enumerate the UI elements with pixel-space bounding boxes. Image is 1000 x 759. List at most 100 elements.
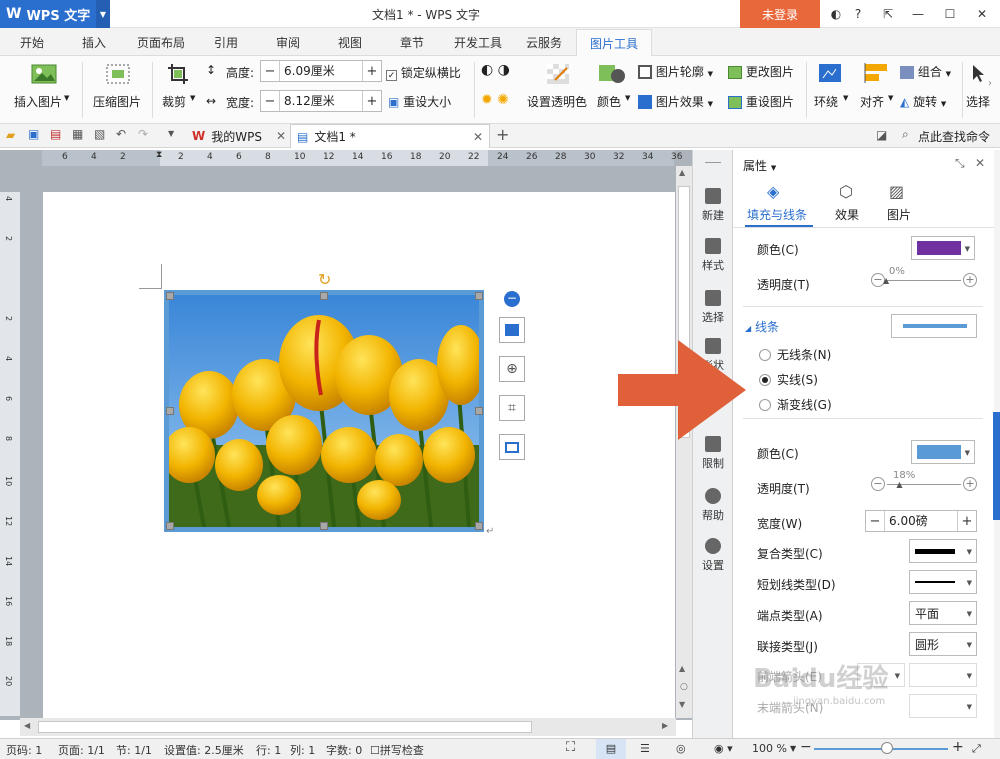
status-column[interactable]: 列: 1 xyxy=(290,742,315,758)
spell-check-toggle[interactable]: ☐拼写检查 xyxy=(370,742,424,758)
resize-handle[interactable] xyxy=(166,522,174,530)
plus-icon[interactable]: + xyxy=(958,511,976,531)
zoom-out-icon[interactable]: − xyxy=(800,739,812,755)
status-section[interactable]: 节: 1/1 xyxy=(116,742,152,758)
panel-collapse-handle[interactable] xyxy=(993,412,1000,520)
brightness-icon[interactable]: ✹ ✺ xyxy=(481,92,509,108)
insert-picture-button[interactable] xyxy=(14,62,74,89)
line-width-spinner[interactable]: − 6.00磅 + xyxy=(865,510,977,532)
picture-outline-button[interactable]: 图片轮廓 ▼ xyxy=(638,63,713,80)
indent-marker-icon[interactable]: ⧗ xyxy=(156,150,162,160)
tab-picture[interactable]: 图片 xyxy=(887,206,911,223)
line-width-value[interactable]: 6.00磅 xyxy=(884,511,958,531)
join-type-dropdown[interactable]: 圆形 ▼ xyxy=(909,632,977,656)
web-view-icon[interactable]: ◎ xyxy=(676,742,686,755)
checkbox-icon[interactable]: ☐ xyxy=(370,744,380,757)
group-label[interactable]: 组合 xyxy=(918,65,942,79)
tab-document[interactable]: ▤ 文档1 * ✕ xyxy=(290,124,490,148)
crop-label[interactable]: 裁剪 xyxy=(162,93,186,110)
radio-solid-line[interactable]: 实线(S) xyxy=(759,371,818,388)
login-button[interactable]: 未登录 xyxy=(740,0,820,28)
line-section-header[interactable]: ◢ 线条 xyxy=(745,318,779,335)
plus-icon[interactable]: + xyxy=(963,477,977,491)
insert-picture-label[interactable]: 插入图片 xyxy=(14,93,62,110)
width-spinner[interactable]: − 8.12厘米 + xyxy=(260,90,382,112)
minus-icon[interactable]: − xyxy=(866,511,884,531)
tab-insert[interactable]: 插入 xyxy=(82,34,106,51)
status-page-number[interactable]: 页码: 1 xyxy=(6,742,42,758)
end-arrow-size-dropdown[interactable]: ▼ xyxy=(909,694,977,718)
border-picture-icon[interactable] xyxy=(499,434,525,460)
plus-icon[interactable]: + xyxy=(363,61,381,81)
zoom-picture-icon[interactable]: ⊕ xyxy=(499,356,525,382)
radio-icon[interactable] xyxy=(759,374,771,386)
restore-ribbon-icon[interactable]: ⇱ xyxy=(876,3,900,25)
side-restrict-button[interactable]: 限制 xyxy=(693,436,733,471)
chevron-down-icon[interactable]: ▼ xyxy=(625,94,630,102)
chevron-down-icon[interactable]: ▼ xyxy=(708,70,713,78)
chevron-down-icon[interactable]: ▼ xyxy=(967,610,972,618)
height-value[interactable]: 6.09厘米 xyxy=(279,61,363,81)
wrap-icon[interactable] xyxy=(818,63,842,86)
close-icon[interactable]: ✕ xyxy=(975,156,985,170)
side-select-button[interactable]: 选择 xyxy=(693,290,733,325)
fill-transparency-slider[interactable]: 0% − ▲ + xyxy=(871,266,977,288)
close-icon[interactable]: ✕ xyxy=(276,129,286,143)
status-row[interactable]: 行: 1 xyxy=(256,742,281,758)
fit-width-icon[interactable]: ⤢ xyxy=(972,742,981,756)
line-color-dropdown[interactable]: ▼ xyxy=(911,440,975,464)
skin-icon[interactable]: ◐ xyxy=(824,3,848,25)
status-word-count[interactable]: 字数: 0 xyxy=(326,742,362,758)
chevron-down-icon[interactable]: ▼ xyxy=(967,641,972,649)
line-preview[interactable] xyxy=(891,314,977,338)
ribbon-scroll-right-icon[interactable]: › xyxy=(988,78,992,89)
tab-home[interactable]: 开始 xyxy=(20,34,44,51)
side-help-label[interactable]: 帮助 xyxy=(702,509,724,522)
picture-outline-label[interactable]: 图片轮廓 xyxy=(656,65,704,79)
color-label[interactable]: 颜色 xyxy=(597,93,621,110)
status-pages[interactable]: 页面: 1/1 xyxy=(58,742,105,758)
plus-icon[interactable]: + xyxy=(363,91,381,111)
tab-view[interactable]: 视图 xyxy=(338,34,362,51)
wrap-label[interactable]: 环绕 xyxy=(814,93,838,110)
eye-protect-icon[interactable]: ◉ ▾ xyxy=(714,742,733,755)
cap-type-value[interactable]: 平面 xyxy=(915,605,939,622)
share-icon[interactable]: ◪ xyxy=(876,128,887,142)
crop-picture-icon[interactable]: ⌗ xyxy=(499,395,525,421)
lock-ratio-checkbox[interactable]: ✓ 锁定纵横比 xyxy=(386,64,461,81)
previous-page-icon[interactable]: ▲ xyxy=(679,664,685,673)
search-icon[interactable]: ⌕ xyxy=(902,127,909,142)
begin-arrow-size-dropdown[interactable]: ▼ xyxy=(909,663,977,687)
tab-cloud[interactable]: 云服务 xyxy=(526,34,562,51)
resize-handle[interactable] xyxy=(475,292,483,300)
browse-object-icon[interactable]: ○ xyxy=(680,682,688,692)
save-icon[interactable]: ▣ xyxy=(28,127,39,141)
chevron-down-icon[interactable]: ▼ xyxy=(168,129,174,138)
side-restrict-label[interactable]: 限制 xyxy=(702,457,724,470)
align-label[interactable]: 对齐 xyxy=(860,93,884,110)
export-pdf-icon[interactable]: ▤ xyxy=(50,127,61,141)
fill-color-dropdown[interactable]: ▼ xyxy=(911,236,975,260)
transparent-icon[interactable] xyxy=(545,62,571,89)
tab-picture-tools[interactable]: 图片工具 xyxy=(576,29,652,57)
chevron-down-icon[interactable]: ▼ xyxy=(888,94,893,102)
selected-picture[interactable] xyxy=(164,290,484,532)
side-style-label[interactable]: 样式 xyxy=(702,259,724,272)
side-settings-label[interactable]: 设置 xyxy=(702,559,724,572)
group-button[interactable]: 组合 ▼ xyxy=(900,63,951,80)
width-value[interactable]: 8.12厘米 xyxy=(279,91,363,111)
align-icon[interactable] xyxy=(864,62,888,87)
vertical-scrollbar[interactable]: ▲ ▲ ○ ▼ xyxy=(676,166,692,718)
minus-icon[interactable]: − xyxy=(261,91,279,111)
compound-type-dropdown[interactable]: ▼ xyxy=(909,539,977,563)
side-new-button[interactable]: 新建 xyxy=(693,188,733,223)
fill-line-icon[interactable]: ◈ xyxy=(767,182,779,201)
horizontal-ruler[interactable]: 6 4 2 2 4 6 8 10 12 14 16 18 20 22 24 26 28 30 32 34 36 ⧗ xyxy=(42,150,682,166)
picture-effect-label[interactable]: 图片效果 xyxy=(656,95,704,109)
radio-gradient-line[interactable]: 渐变线(G) xyxy=(759,396,832,413)
lock-ratio-label[interactable]: 锁定纵横比 xyxy=(401,66,461,80)
reset-size-button[interactable]: ▣ 重设大小 xyxy=(388,93,451,110)
print-icon[interactable]: ▦ xyxy=(72,127,83,141)
dash-type-dropdown[interactable]: ▼ xyxy=(909,570,977,594)
cube-icon[interactable]: ⬡ xyxy=(839,182,853,201)
